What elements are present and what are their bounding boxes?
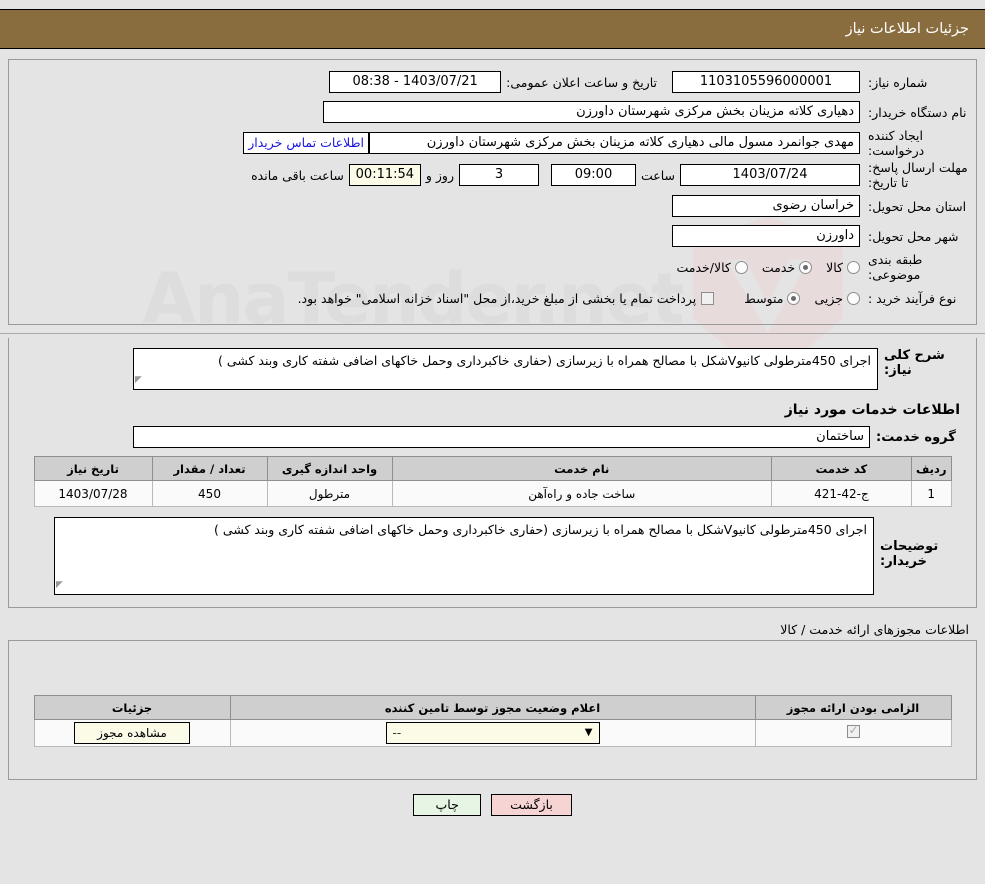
cell-name: ساخت جاده و راه‌آهن [391, 480, 772, 507]
row-buyer-notes: توضیحات خریدار: اجرای 450مترطولی کانیوVش… [15, 517, 970, 595]
services-table-header-row: ردیف کد خدمت نام خدمت واحد اندازه گیری ت… [33, 456, 952, 481]
description-label: شرح کلی نیاز: [884, 348, 945, 378]
permit-required-checkbox [846, 723, 860, 738]
category-label: طبقه بندی موضوعی: [868, 252, 923, 282]
row-purchase-type: نوع فرآیند خرید : جزیی متوسط پرداخت تمام… [13, 284, 972, 312]
buyer-org-label: نام دستگاه خریدار: [868, 104, 967, 120]
treasury-checkbox[interactable] [701, 291, 715, 305]
category-radio-goods[interactable]: کالا [812, 260, 860, 275]
category-radio-goods-service[interactable]: کالا/خدمت [662, 259, 748, 275]
deadline-time-label: ساعت [640, 167, 675, 183]
days-and-label: روز و [425, 167, 454, 183]
row-service-group: گروه خدمت: ساختمان [15, 426, 970, 448]
radio-circle-goods[interactable] [847, 260, 860, 274]
radio-circle-medium[interactable] [787, 291, 801, 305]
cell-permit-required [754, 719, 952, 747]
cell-index: 1 [910, 480, 952, 507]
cell-unit: مترطول [266, 480, 393, 507]
col-unit: واحد اندازه گیری [266, 456, 393, 481]
print-button[interactable]: چاپ [413, 794, 482, 816]
page-root: جزئیات اطلاعات نیاز شماره نیاز: 11031055… [0, 9, 985, 816]
need-number-value: 1103105596000001 [672, 71, 860, 93]
announce-value: 1403/07/21 - 08:38 [329, 71, 502, 93]
row-province: استان محل تحویل: خراسان رضوی [13, 192, 972, 220]
radio-circle-goods-service[interactable] [734, 260, 748, 274]
page-title: جزئیات اطلاعات نیاز [845, 21, 969, 37]
services-heading: اطلاعات خدمات مورد نیاز [784, 402, 960, 418]
permit-status-value: -- [392, 726, 402, 740]
cell-permit-detail: مشاهده مجوز [33, 719, 231, 747]
treasury-note: پرداخت تمام یا بخشی از مبلغ خرید،از محل … [297, 290, 697, 306]
remaining-label: ساعت باقی مانده [251, 167, 344, 183]
services-table: ردیف کد خدمت نام خدمت واحد اندازه گیری ت… [33, 456, 952, 507]
days-remaining-value: 3 [458, 164, 539, 186]
permits-panel: الزامی بودن ارائه مجوز اعلام وضعیت مجوز … [8, 640, 977, 780]
province-value: خراسان رضوی [672, 195, 860, 217]
row-creator: ایجاد کننده درخواست: مهدی جوانمرد مسول م… [13, 128, 972, 158]
row-general-description: شرح کلی نیاز: اجرای 450مترطولی کانیوVشکل… [15, 348, 970, 390]
table-row: ▼ -- مشاهده مجوز [33, 719, 952, 747]
cell-permit-status: ▼ -- [229, 719, 756, 747]
service-group-value: ساختمان [133, 426, 870, 448]
col-permit-detail: جزئیات [33, 695, 231, 720]
back-button[interactable]: بازگشت [491, 794, 572, 816]
purchase-option-label-0: جزیی [814, 290, 843, 306]
row-need-number: شماره نیاز: 1103105596000001 تاریخ و ساع… [13, 68, 972, 96]
category-radio-service[interactable]: خدمت [748, 259, 813, 275]
permits-table-header-row: الزامی بودن ارائه مجوز اعلام وضعیت مجوز … [33, 695, 952, 720]
permits-table: الزامی بودن ارائه مجوز اعلام وضعیت مجوز … [33, 695, 952, 747]
radio-circle-minor[interactable] [847, 291, 860, 305]
category-option-label-0: کالا [826, 259, 843, 275]
radio-circle-service[interactable] [799, 260, 813, 274]
row-buyer-org: نام دستگاه خریدار: دهیاری کلاته مزینان ب… [13, 98, 972, 126]
col-index: ردیف [910, 456, 952, 481]
cell-quantity: 450 [151, 480, 268, 507]
need-number-label: شماره نیاز: [868, 74, 928, 90]
divider-top [0, 333, 985, 334]
province-label: استان محل تحویل: [868, 198, 967, 214]
need-info-panel: شماره نیاز: 1103105596000001 تاریخ و ساع… [8, 59, 977, 325]
buyer-notes-value: اجرای 450مترطولی کانیوVشکل با مصالح همرا… [54, 517, 874, 595]
deadline-date-value: 1403/07/24 [680, 164, 860, 186]
purchase-radio-minor[interactable]: جزیی [800, 291, 860, 306]
purchase-type-label: نوع فرآیند خرید : [868, 290, 957, 306]
page-header-bar: جزئیات اطلاعات نیاز [0, 9, 985, 49]
buyer-notes-label: توضیحات خریدار: [880, 539, 939, 569]
description-value: اجرای 450مترطولی کانیوVشکل با مصالح همرا… [133, 348, 878, 390]
category-option-label-2: کالا/خدمت [676, 259, 731, 275]
deadline-time-value: 09:00 [550, 164, 636, 186]
category-option-label-1: خدمت [761, 259, 796, 275]
row-city: شهر محل تحویل: داورزن [13, 222, 972, 250]
col-permit-status: اعلام وضعیت مجوز توسط تامین کننده [229, 695, 756, 720]
city-value: داورزن [672, 225, 860, 247]
creator-value: مهدی جوانمرد مسول مالی دهیاری کلاته مزین… [369, 132, 860, 154]
creator-label: ایجاد کننده درخواست: [868, 128, 925, 158]
countdown-timer: 00:11:54 [348, 164, 421, 186]
permit-status-select[interactable]: ▼ -- [385, 722, 600, 744]
permits-section-title: اطلاعات مجوزهای ارائه خدمت / کالا [780, 622, 969, 637]
buyer-contact-link[interactable]: اطلاعات تماس خریدار [243, 132, 369, 154]
buyer-org-value: دهیاری کلاته مزینان بخش مرکزی شهرستان دا… [323, 101, 860, 123]
purchase-option-label-1: متوسط [744, 290, 784, 306]
cell-date: 1403/07/28 [33, 480, 153, 507]
col-code: کد خدمت [770, 456, 912, 481]
chevron-down-icon: ▼ [584, 727, 593, 738]
cell-code: ج-42-421 [770, 480, 912, 507]
col-date: تاریخ نیاز [33, 456, 153, 481]
purchase-radio-medium[interactable]: متوسط [730, 290, 801, 306]
row-deadline: مهلت ارسال پاسخ: تا تاریخ: 1403/07/24 سا… [13, 160, 972, 190]
announce-label: تاریخ و ساعت اعلان عمومی: [506, 74, 657, 90]
table-row: 1 ج-42-421 ساخت جاده و راه‌آهن مترطول 45… [33, 480, 952, 507]
footer-actions: بازگشت چاپ [0, 794, 985, 816]
view-permit-button[interactable]: مشاهده مجوز [74, 722, 190, 744]
row-category: طبقه بندی موضوعی: کالا خدمت کالا/خدمت [13, 252, 972, 282]
col-name: نام خدمت [391, 456, 772, 481]
col-quantity: تعداد / مقدار [151, 456, 268, 481]
service-group-label: گروه خدمت: [876, 429, 956, 445]
need-details-panel: شرح کلی نیاز: اجرای 450مترطولی کانیوVشکل… [8, 338, 977, 608]
col-permit-required: الزامی بودن ارائه مجوز [754, 695, 952, 720]
deadline-label: مهلت ارسال پاسخ: تا تاریخ: [868, 160, 968, 190]
city-label: شهر محل تحویل: [868, 228, 959, 244]
